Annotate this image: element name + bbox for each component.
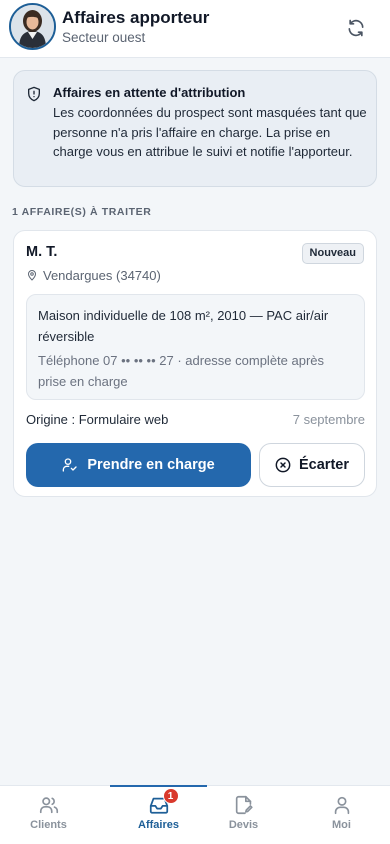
date-text: 7 septembre xyxy=(292,412,365,427)
origin-text: Origine : Formulaire web xyxy=(26,412,169,427)
map-pin-icon xyxy=(28,270,36,281)
project-details: Maison individuelle de 108 m², 2010 — PA… xyxy=(26,294,365,400)
nav-label-moi: Moi xyxy=(332,819,351,831)
info-banner-title: Affaires en attente d'attribution xyxy=(53,85,246,100)
user-check-icon xyxy=(62,458,77,472)
edit-document-icon xyxy=(235,795,253,815)
nav-item-affaires[interactable]: 1 Affaires xyxy=(110,785,207,844)
info-banner: Affaires en attente d'attribution Les co… xyxy=(13,70,377,187)
location-text: Vendargues (34740) xyxy=(43,267,161,283)
refresh-button[interactable] xyxy=(344,16,368,40)
affaire-card[interactable]: M. T. Nouveau Vendargues (34740) Maison … xyxy=(13,230,377,497)
nav-label-devis: Devis xyxy=(228,819,259,831)
section-label: 1 AFFAIRE(S) À TRAITER xyxy=(12,206,152,218)
page-title: Affaires apporteur xyxy=(62,8,210,27)
nav-item-moi[interactable]: Moi xyxy=(293,786,390,844)
contact-hint: Téléphone 07 •• •• •• 27 · adresse compl… xyxy=(38,353,325,389)
card-meta: Origine : Formulaire web 7 septembre xyxy=(26,412,365,427)
avatar[interactable] xyxy=(9,3,56,50)
page-subtitle: Secteur ouest xyxy=(62,30,146,45)
close-circle-icon xyxy=(275,457,291,473)
prospect-name: M. T. xyxy=(26,244,58,260)
users-icon xyxy=(39,797,58,814)
nav-label-affaires: Affaires xyxy=(138,819,179,831)
notification-badge: 1 xyxy=(162,788,179,804)
nav-label-clients: Clients xyxy=(30,819,67,831)
project-description: Maison individuelle de 108 m², 2010 — PA… xyxy=(38,308,329,344)
status-badge: Nouveau xyxy=(301,243,364,264)
take-charge-label: Prendre en charge xyxy=(87,457,215,473)
dismiss-label: Écarter xyxy=(299,457,349,473)
nav-item-devis[interactable]: Devis xyxy=(195,786,292,844)
refresh-icon xyxy=(348,19,364,37)
take-charge-button[interactable]: Prendre en charge xyxy=(26,443,251,487)
bottom-nav: Clients 1 Affaires Devis Moi xyxy=(0,785,390,844)
dismiss-button[interactable]: Écarter xyxy=(259,443,365,487)
info-banner-text: Les coordonnées du prospect sont masquée… xyxy=(53,105,367,159)
user-icon xyxy=(334,796,349,815)
nav-item-clients[interactable]: Clients xyxy=(0,786,97,844)
shield-alert-icon xyxy=(28,86,40,102)
app-header: Affaires apporteur Secteur ouest xyxy=(0,0,390,58)
prospect-location: Vendargues (34740) xyxy=(26,267,161,283)
